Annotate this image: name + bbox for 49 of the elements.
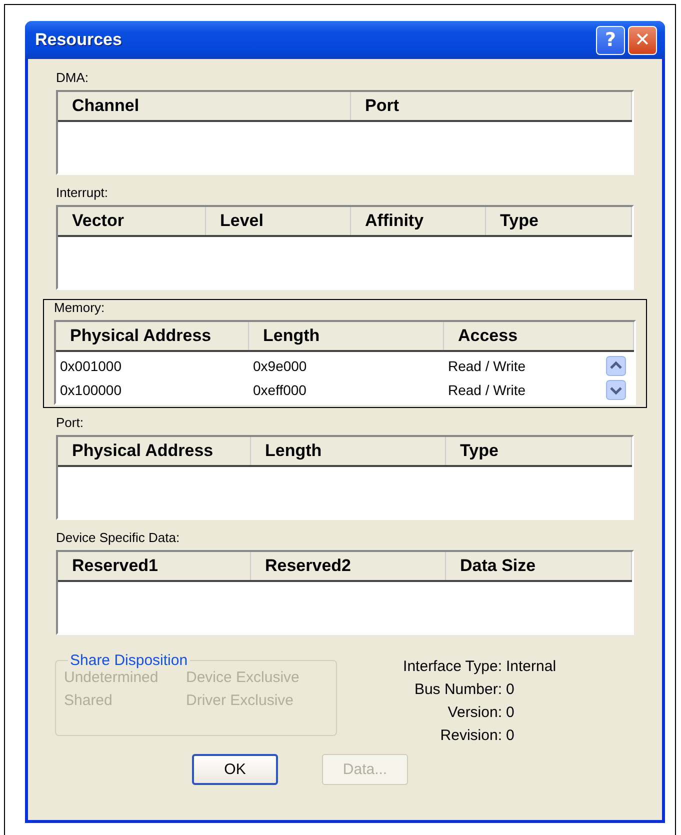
column-header[interactable]: Type <box>446 437 632 465</box>
section-label: DMA: <box>56 70 90 85</box>
column-header[interactable]: Port <box>351 92 632 120</box>
info-value: 0 <box>506 681 516 698</box>
info-value: Internal <box>506 658 556 675</box>
list-view[interactable]: Reserved1 Reserved2 Data Size <box>56 550 634 635</box>
scroll-down-icon[interactable] <box>606 380 626 400</box>
table-cell-text: Read / Write <box>447 358 527 374</box>
column-header[interactable]: Affinity <box>351 207 486 235</box>
help-button[interactable]: ? <box>596 26 625 54</box>
column-header[interactable]: Data Size <box>446 552 632 580</box>
column-header[interactable]: Length <box>251 437 446 465</box>
section-label: Interrupt: <box>56 185 110 200</box>
info-value: 0 <box>506 704 516 721</box>
option-label: Device Exclusive <box>186 669 300 686</box>
option-label: Driver Exclusive <box>186 692 295 709</box>
group-title: Share Disposition <box>69 652 189 669</box>
list-view[interactable]: Physical Address Length Access 0x001000 0x9e000 Read / Write 0x100000 0xeff000 Read / Write <box>54 320 636 405</box>
column-header[interactable]: Type <box>486 207 632 235</box>
section-label: Device Specific Data: <box>56 530 181 545</box>
table-cell-text: 0x100000 <box>59 382 123 398</box>
section-label: Port: <box>56 415 84 430</box>
list-view[interactable]: Vector Level Affinity Type <box>56 205 634 290</box>
column-header[interactable]: Channel <box>58 92 351 120</box>
column-header[interactable]: Level <box>206 207 351 235</box>
table-cell-text: Read / Write <box>447 382 527 398</box>
scroll-up-icon[interactable] <box>606 356 626 376</box>
info-value: 0 <box>506 727 516 744</box>
info-label: Interface Type: <box>402 658 502 675</box>
window-title: Resources <box>35 30 123 50</box>
list-view[interactable]: Physical Address Length Type <box>56 435 634 520</box>
info-label: Bus Number: <box>413 681 502 698</box>
column-header[interactable]: Access <box>444 322 634 350</box>
column-header[interactable]: Vector <box>58 207 206 235</box>
table-cell-text: 0x9e000 <box>252 358 308 374</box>
table-cell-text: 0x001000 <box>59 358 123 374</box>
column-header[interactable]: Length <box>249 322 444 350</box>
ok-button[interactable]: OK <box>192 754 278 785</box>
column-header[interactable]: Reserved1 <box>58 552 251 580</box>
table-cell-text: 0xeff000 <box>252 382 308 398</box>
option-label: Undetermined <box>64 669 160 686</box>
section-label: Memory: <box>54 300 106 315</box>
column-header[interactable]: Reserved2 <box>251 552 446 580</box>
option-label: Shared <box>64 692 114 709</box>
column-header[interactable]: Physical Address <box>56 322 249 350</box>
info-label: Revision: <box>439 727 502 744</box>
column-header[interactable]: Physical Address <box>58 437 251 465</box>
info-label: Version: <box>446 704 502 721</box>
list-view[interactable]: Channel Port <box>56 90 634 175</box>
